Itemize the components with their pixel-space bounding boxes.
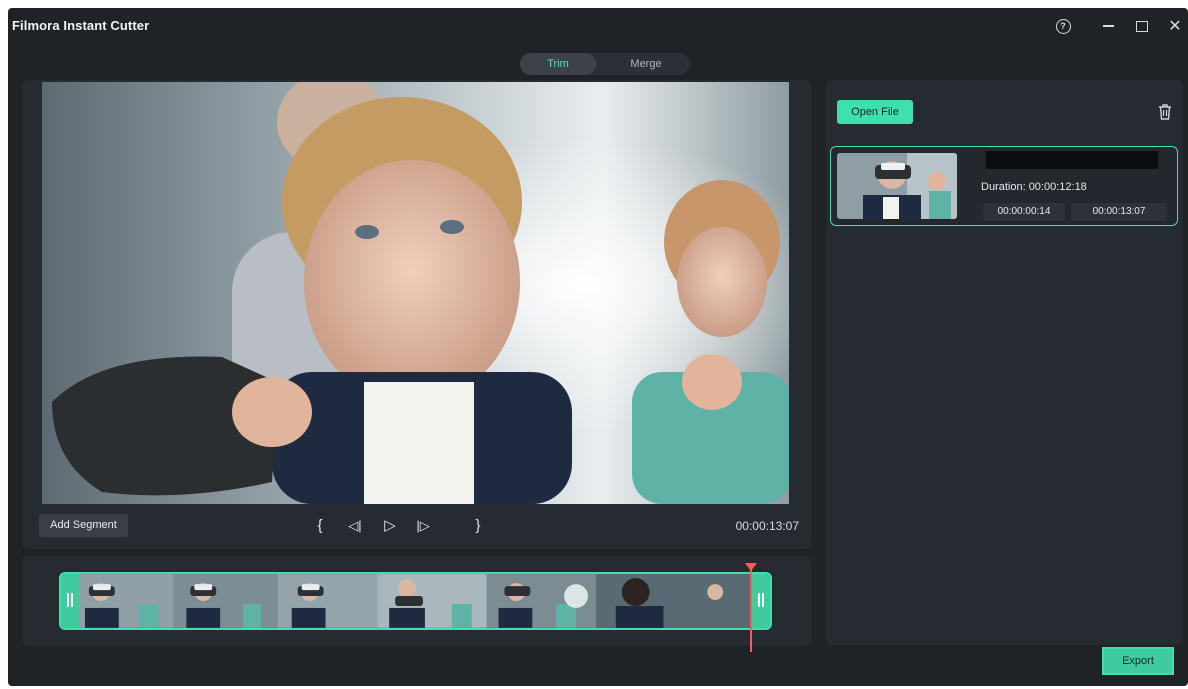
export-button[interactable]: Export <box>1102 647 1174 675</box>
media-panel: Open File Duration: 00:00:12:18 00:00:00… <box>826 80 1183 645</box>
title-bar: Filmora Instant Cutter ? ✕ <box>8 8 1188 42</box>
video-frame-image <box>42 82 789 504</box>
clip-thumbnail <box>837 153 957 219</box>
tab-trim[interactable]: Trim <box>520 53 596 75</box>
maximize-icon[interactable] <box>1128 14 1156 38</box>
clip-card[interactable]: Duration: 00:00:12:18 00:00:00:14 00:00:… <box>830 146 1178 226</box>
add-segment-button[interactable]: Add Segment <box>39 514 128 537</box>
app-title: Filmora Instant Cutter <box>12 18 150 33</box>
open-file-button[interactable]: Open File <box>837 100 913 124</box>
minimize-icon[interactable] <box>1094 14 1122 38</box>
trash-icon[interactable] <box>1157 103 1173 121</box>
timeline-frames-image <box>79 574 752 628</box>
playback-controls: Add Segment { ◁| ▷ |▷ } 00:00:13:07 <box>22 512 811 546</box>
video-preview[interactable] <box>42 82 789 504</box>
timeline-panel <box>22 556 811 652</box>
clip-out-time[interactable]: 00:00:13:07 <box>1071 203 1167 221</box>
trim-handle-left[interactable] <box>61 574 79 628</box>
playhead[interactable] <box>750 566 752 652</box>
tab-merge[interactable]: Merge <box>608 53 684 75</box>
playhead-marker-icon[interactable] <box>744 562 758 572</box>
prev-frame-icon[interactable]: ◁| <box>342 516 368 536</box>
close-icon[interactable]: ✕ <box>1161 14 1188 38</box>
clip-duration: Duration: 00:00:12:18 <box>981 181 1087 193</box>
play-icon[interactable]: ▷ <box>380 516 400 536</box>
app-window: Filmora Instant Cutter ? ✕ Trim Merge Ad… <box>8 8 1188 686</box>
current-timecode: 00:00:13:07 <box>735 519 799 533</box>
trim-handle-right[interactable] <box>752 574 770 628</box>
mark-in-icon[interactable]: { <box>310 516 330 536</box>
timeline-clip-strip[interactable] <box>59 572 772 630</box>
help-icon[interactable]: ? <box>1049 14 1077 38</box>
clip-name-redacted <box>986 151 1158 169</box>
next-frame-icon[interactable]: |▷ <box>410 516 436 536</box>
mode-tabs: Trim Merge <box>520 53 690 75</box>
clip-in-time[interactable]: 00:00:00:14 <box>983 203 1065 221</box>
frame-thumbnails <box>79 574 752 628</box>
preview-panel: Add Segment { ◁| ▷ |▷ } 00:00:13:07 <box>22 80 811 549</box>
mark-out-icon[interactable]: } <box>468 516 488 536</box>
